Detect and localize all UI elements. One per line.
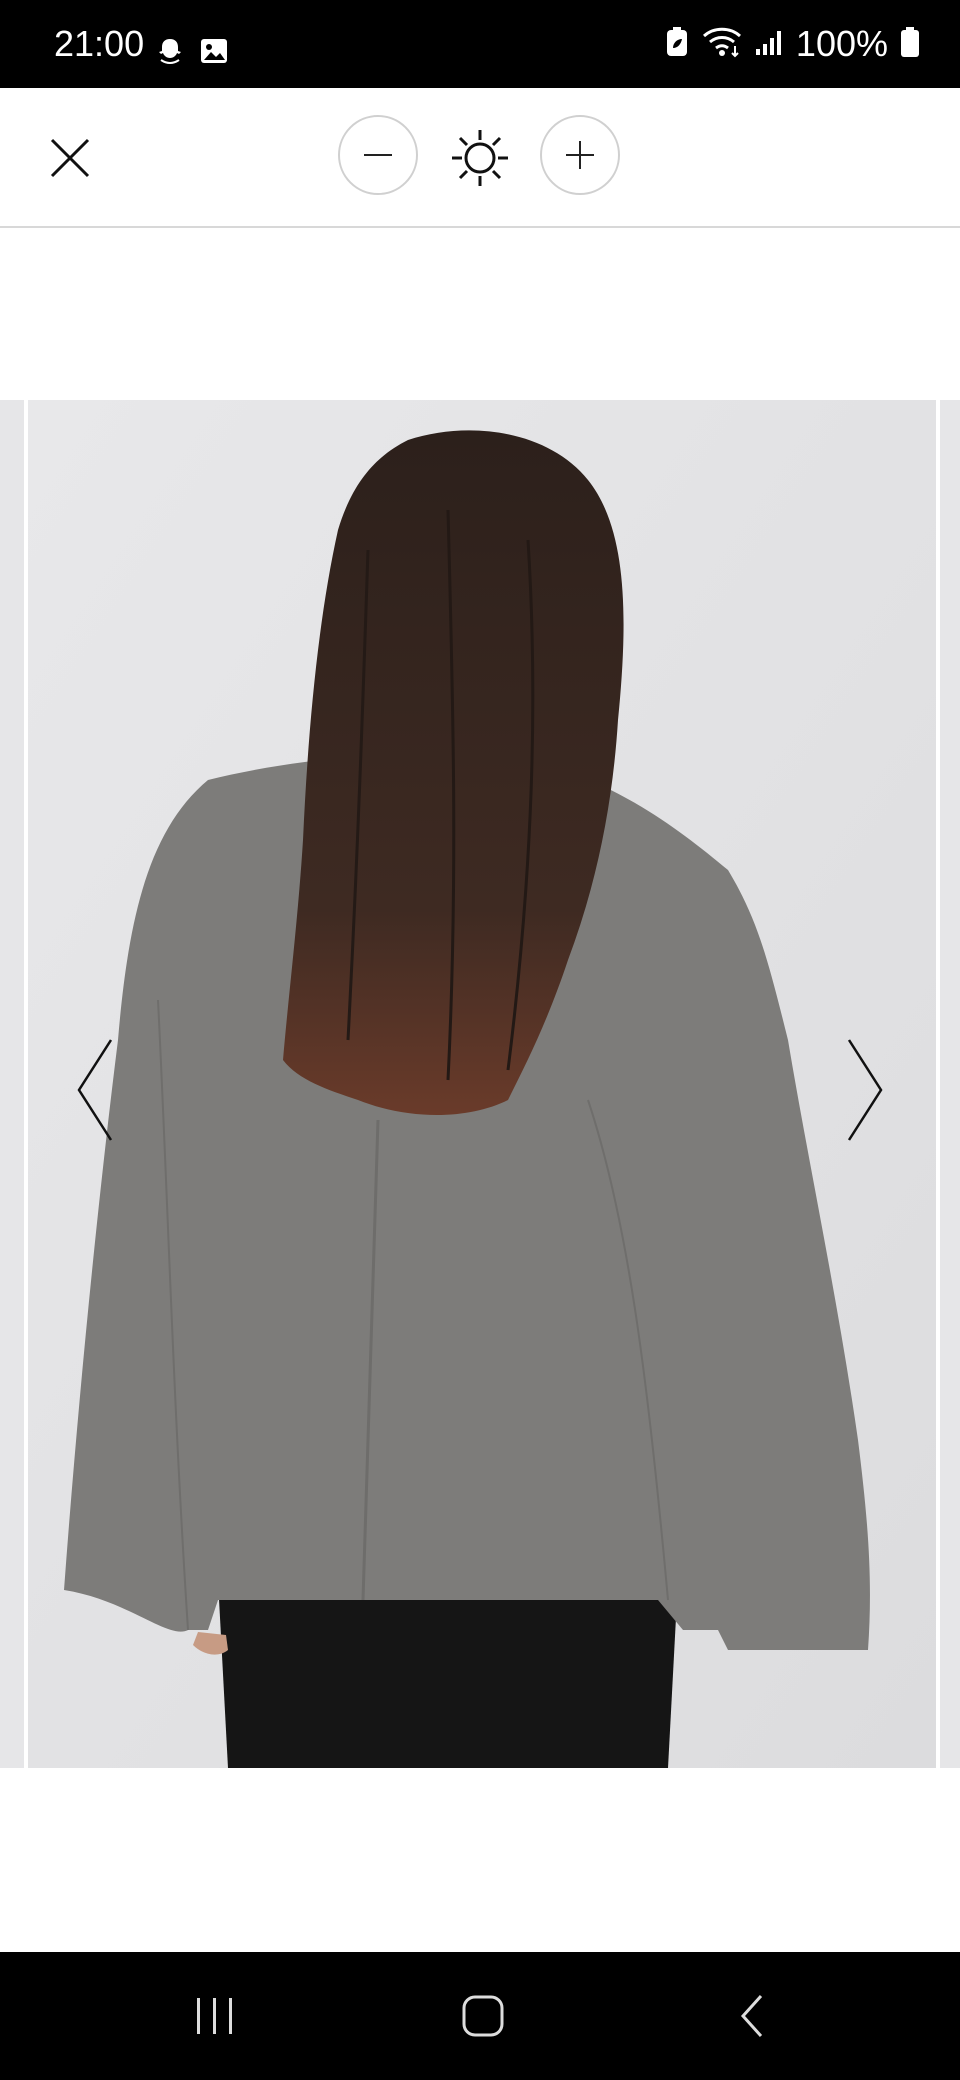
status-left-icons	[155, 36, 229, 70]
plus-icon	[566, 141, 594, 169]
status-right: 100%	[664, 22, 920, 66]
previous-image-button[interactable]	[60, 1035, 130, 1145]
home-icon	[462, 1995, 504, 2037]
product-photo-illustration	[28, 400, 936, 1768]
signal-icon	[754, 27, 784, 62]
minus-icon	[364, 154, 392, 156]
next-slide-edge[interactable]	[940, 400, 960, 1768]
status-time: 21:00	[54, 23, 145, 64]
back-button[interactable]	[712, 1986, 792, 2046]
back-icon	[740, 1994, 763, 2038]
zoom-out-button[interactable]	[338, 115, 418, 195]
zoom-in-button[interactable]	[540, 115, 620, 195]
viewer-toolbar	[0, 88, 960, 228]
status-bar: 21:00 100%	[0, 0, 960, 88]
next-image-button[interactable]	[830, 1035, 900, 1145]
chevron-left-icon	[77, 1039, 113, 1141]
battery-saver-icon	[664, 26, 690, 63]
image-viewer[interactable]	[0, 400, 960, 1768]
snapchat-icon	[155, 36, 185, 71]
system-navigation-bar	[0, 1952, 960, 2080]
battery-icon	[900, 26, 920, 63]
wifi-icon	[702, 26, 742, 63]
close-button[interactable]	[40, 128, 100, 188]
recent-apps-icon	[197, 1998, 232, 2034]
brightness-button[interactable]	[440, 118, 520, 198]
product-photo[interactable]	[28, 400, 936, 1768]
brightness-icon	[452, 130, 508, 186]
gallery-icon	[199, 36, 229, 71]
home-button[interactable]	[443, 1986, 523, 2046]
close-icon	[50, 138, 90, 178]
previous-slide-edge[interactable]	[0, 400, 24, 1768]
chevron-right-icon	[847, 1039, 883, 1141]
recent-apps-button[interactable]	[175, 1986, 255, 2046]
battery-percent: 100%	[795, 23, 888, 64]
